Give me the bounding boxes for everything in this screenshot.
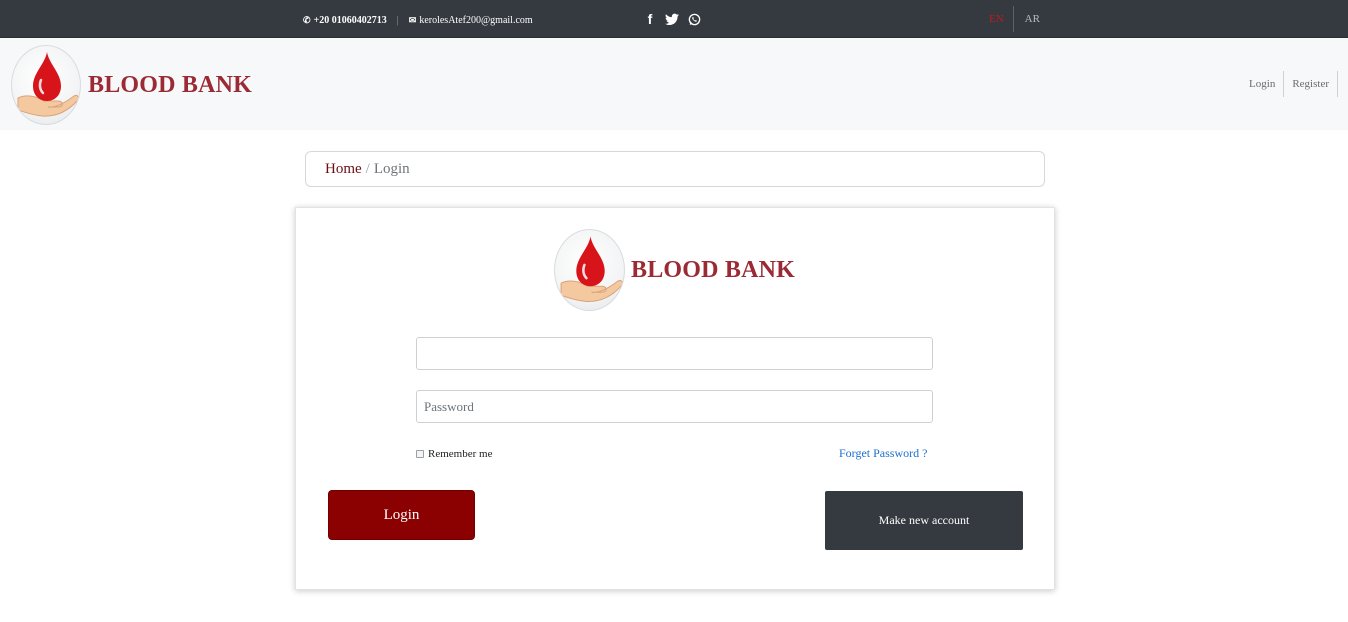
blood-bank-logo (554, 229, 625, 311)
social-links: f (643, 11, 701, 27)
contact-divider: | (396, 14, 399, 26)
breadcrumb-home-link[interactable]: Home (325, 161, 362, 178)
remember-me-label: Remember me (428, 448, 493, 460)
password-input[interactable] (416, 390, 933, 423)
whatsapp-icon[interactable] (687, 11, 701, 27)
top-bar: ✆ +20 01060402713 | ✉ kerolesAtef200@gma… (0, 0, 1348, 38)
nav-register-link[interactable]: Register (1284, 71, 1338, 97)
contact-info: ✆ +20 01060402713 | ✉ kerolesAtef200@gma… (303, 13, 533, 27)
blood-bank-logo (11, 45, 81, 125)
brand-name: BLOOD BANK (88, 71, 253, 98)
lang-ar-link[interactable]: AR (1014, 6, 1051, 32)
remember-me-checkbox[interactable] (416, 450, 424, 458)
lang-en-link[interactable]: EN (980, 6, 1014, 32)
breadcrumb-current: Login (373, 160, 410, 177)
facebook-icon[interactable]: f (643, 11, 657, 27)
email-address[interactable]: kerolesAtef200@gmail.com (419, 15, 532, 26)
nav-login-link[interactable]: Login (1241, 71, 1285, 97)
forgot-password-link[interactable]: Forget Password ? (839, 446, 927, 461)
card-brand-name: BLOOD BANK (631, 256, 796, 283)
login-button[interactable]: Login (328, 490, 475, 540)
envelope-icon: ✉ (408, 14, 417, 25)
twitter-icon[interactable] (665, 11, 679, 27)
navbar-brand[interactable]: BLOOD BANK (11, 45, 252, 125)
language-switcher: EN AR (980, 6, 1051, 32)
breadcrumb: Home / Login (305, 151, 1045, 187)
main-navbar: BLOOD BANK Login Register (0, 38, 1348, 130)
phone-icon: ✆ (303, 14, 311, 25)
login-card: BLOOD BANK Remember me Forget Password ?… (295, 207, 1055, 590)
phone-number[interactable]: +20 01060402713 (314, 15, 387, 26)
card-brand: BLOOD BANK (554, 229, 795, 311)
auth-links: Login Register (1241, 71, 1338, 97)
remember-me[interactable]: Remember me (416, 448, 492, 460)
breadcrumb-separator: / (365, 160, 370, 177)
username-input[interactable] (416, 337, 933, 370)
make-new-account-button[interactable]: Make new account (825, 491, 1023, 550)
